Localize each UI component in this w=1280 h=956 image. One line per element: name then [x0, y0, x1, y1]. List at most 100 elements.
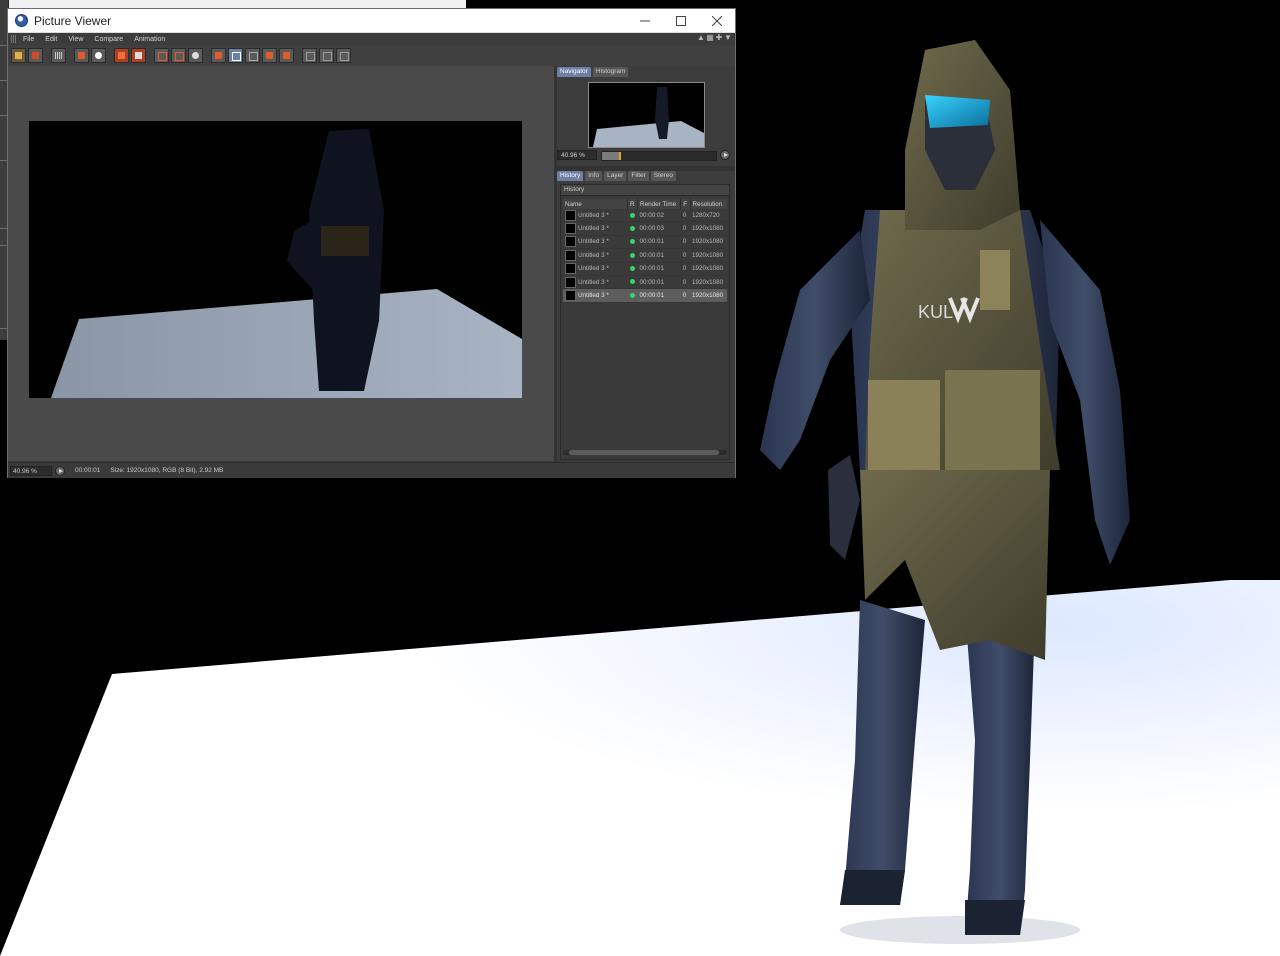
- row-render-time: 00:00:01: [639, 292, 665, 300]
- row-thumbnail-icon: [565, 236, 576, 248]
- split-view-icon[interactable]: [211, 48, 226, 63]
- panel-controls: ▲ ▦ ✚ ▼: [697, 34, 732, 42]
- render-status-icon: [629, 252, 635, 258]
- frame-b-icon[interactable]: [171, 48, 186, 63]
- row-thumbnail-icon: [565, 276, 576, 288]
- row-render-time: 00:00:03: [639, 225, 665, 233]
- status-play-icon[interactable]: [55, 465, 65, 476]
- row-frame: 0: [682, 251, 687, 259]
- history-tabs: History Info Layer Filter Stereo: [557, 171, 676, 181]
- navigator-play-icon[interactable]: [720, 150, 730, 160]
- table-row[interactable]: Untitled 3 * 00:00:01 0 1920x1080: [563, 248, 727, 263]
- tab-histogram[interactable]: Histogram: [592, 67, 629, 77]
- minimize-icon: [640, 20, 650, 21]
- dock-icon[interactable]: ▼: [724, 34, 732, 42]
- navigator-zoom-field[interactable]: 40.96 %: [557, 150, 597, 160]
- slider-handle[interactable]: [619, 152, 622, 160]
- window-title: Picture Viewer: [34, 13, 112, 28]
- row-resolution: 1920x1080: [692, 265, 724, 273]
- history-scrollbar[interactable]: [563, 450, 727, 455]
- tab-navigator[interactable]: Navigator: [557, 67, 591, 77]
- navigator-thumbnail[interactable]: [588, 82, 705, 148]
- layout-icon[interactable]: ▦: [706, 34, 714, 42]
- open-icon[interactable]: [11, 48, 26, 63]
- history-panel: History Name R Render Time F Resolution …: [560, 184, 730, 460]
- minimize-button[interactable]: [627, 9, 663, 32]
- menu-grip-icon[interactable]: [11, 35, 17, 43]
- render-icon[interactable]: [131, 48, 146, 63]
- row-thumbnail-icon: [565, 290, 576, 302]
- menu-view[interactable]: View: [68, 36, 83, 43]
- ab-compare-icon[interactable]: [228, 48, 243, 63]
- row-resolution: 1920x1080: [692, 225, 724, 233]
- find-icon[interactable]: [91, 48, 106, 63]
- row-resolution: 1920x1080: [692, 251, 724, 259]
- render-status-icon: [629, 279, 635, 285]
- expand-icon[interactable]: ✚: [715, 34, 723, 42]
- row-render-time: 00:00:01: [639, 278, 665, 286]
- table-row[interactable]: Untitled 3 * 00:00:01 0 1920x1080: [563, 275, 727, 290]
- row-thumbnail-icon: [565, 209, 576, 221]
- history-heading: History: [561, 185, 729, 196]
- navigator-preview: [593, 87, 704, 147]
- settings-icon[interactable]: [188, 48, 203, 63]
- row-render-time: 00:00:01: [639, 251, 665, 259]
- toolbar: [8, 45, 735, 67]
- row-frame: 0: [682, 265, 687, 273]
- close-button[interactable]: [699, 9, 735, 32]
- tab-info[interactable]: Info: [585, 171, 603, 181]
- row-name: Untitled 3 *: [578, 211, 609, 219]
- col-render-time[interactable]: Render Time: [637, 199, 682, 209]
- scrollbar-thumb[interactable]: [569, 450, 719, 455]
- status-zoom-field[interactable]: 40.96 %: [10, 465, 52, 476]
- tab-stereo[interactable]: Stereo: [650, 171, 676, 181]
- layer-c-icon[interactable]: [336, 48, 351, 63]
- row-name: Untitled 3 *: [578, 252, 609, 260]
- table-row[interactable]: Untitled 3 * 00:00:01 0 1920x1080: [563, 235, 727, 250]
- a-icon[interactable]: [262, 48, 277, 63]
- pin-icon[interactable]: ▲: [697, 34, 705, 42]
- row-frame: 0: [682, 225, 687, 233]
- image-area[interactable]: [8, 66, 554, 461]
- tab-history[interactable]: History: [557, 171, 584, 181]
- render-preview[interactable]: [29, 121, 522, 398]
- row-resolution: 1920x1080: [692, 292, 724, 300]
- navigator-zoom-slider[interactable]: [601, 151, 717, 161]
- table-row[interactable]: Untitled 3 * 00:00:02 0 1280x720: [563, 209, 727, 223]
- menu-animation[interactable]: Animation: [134, 36, 165, 43]
- render-image: [51, 129, 522, 398]
- cinema4d-app-icon: [15, 14, 28, 27]
- title-bar[interactable]: Picture Viewer: [8, 9, 735, 33]
- render-status-icon: [629, 266, 635, 272]
- svg-text:KUL: KUL: [918, 302, 953, 322]
- table-row[interactable]: Untitled 3 * 00:00:03 0 1920x1080: [563, 221, 727, 236]
- col-f[interactable]: F: [680, 199, 691, 209]
- table-row[interactable]: Untitled 3 * 00:00:01 0 1920x1080: [563, 262, 727, 276]
- tab-layer[interactable]: Layer: [604, 171, 627, 181]
- menu-compare[interactable]: Compare: [94, 36, 123, 43]
- slider-fill: [602, 152, 620, 160]
- row-thumbnail-icon: [565, 249, 576, 261]
- tab-filter[interactable]: Filter: [628, 171, 649, 181]
- menu-file[interactable]: File: [23, 36, 34, 43]
- frame-a-icon[interactable]: [154, 48, 169, 63]
- row-thumbnail-icon: [565, 263, 576, 275]
- row-thumbnail-icon: [565, 223, 576, 235]
- navigator-tabs: Navigator Histogram: [557, 67, 629, 77]
- stop-icon[interactable]: [114, 48, 129, 63]
- row-resolution: 1920x1080: [692, 238, 724, 246]
- layer-a-icon[interactable]: [302, 48, 317, 63]
- ab-swap-icon[interactable]: [245, 48, 260, 63]
- layer-b-icon[interactable]: [319, 48, 334, 63]
- grid-icon[interactable]: [51, 48, 66, 63]
- table-row[interactable]: Untitled 3 * 00:00:01 0 1920x1080: [563, 288, 727, 303]
- col-resolution[interactable]: Resolution: [690, 199, 727, 209]
- col-r[interactable]: R: [627, 199, 639, 209]
- side-panel: Navigator Histogram 40.96 % History Info…: [557, 66, 735, 461]
- copy-icon[interactable]: [74, 48, 89, 63]
- menu-edit[interactable]: Edit: [45, 36, 57, 43]
- col-name[interactable]: Name: [563, 199, 628, 209]
- save-icon[interactable]: [28, 48, 43, 63]
- b-icon[interactable]: [279, 48, 294, 63]
- maximize-button[interactable]: [663, 9, 699, 32]
